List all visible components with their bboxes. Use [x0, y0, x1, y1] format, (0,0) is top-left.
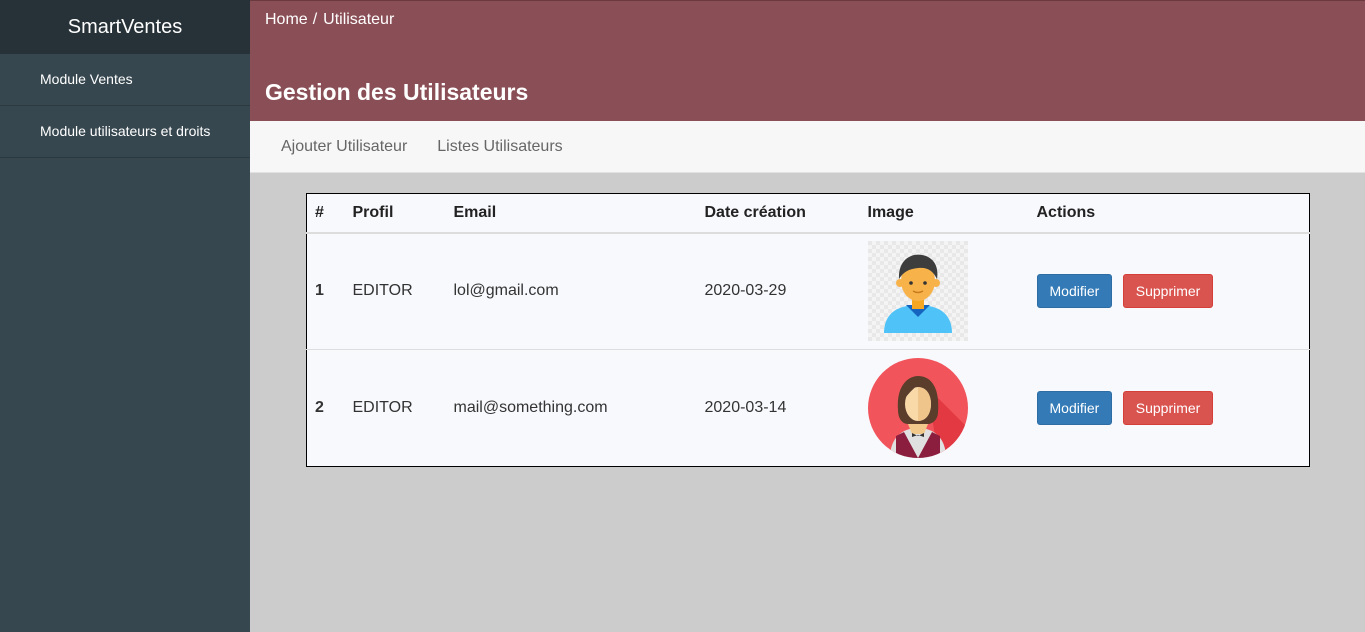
sidebar: SmartVentes Module Ventes Module utilisa… [0, 0, 250, 632]
sidebar-item-module-utilisateurs[interactable]: Module utilisateurs et droits [0, 106, 250, 158]
header-actions: Actions [1028, 193, 1310, 234]
breadcrumb: Home / Utilisateur [265, 11, 394, 29]
header-profil: Profil [344, 193, 446, 234]
edit-button[interactable]: Modifier [1036, 391, 1113, 425]
main-area: Home / Utilisateur Gestion des Utilisateur… [250, 0, 1365, 632]
delete-button[interactable]: Supprimer [1122, 391, 1214, 425]
tab-listes-utilisateurs[interactable]: Listes Utilisateurs [437, 138, 562, 156]
delete-button[interactable]: Supprimer [1122, 274, 1214, 309]
male-user-avatar-icon [867, 241, 968, 342]
tab-bar: Ajouter Utilisateur Listes Utilisateurs [250, 121, 1365, 173]
row-email: lol@gmail.com [445, 232, 697, 350]
header-image: Image [859, 193, 1029, 234]
row-image [859, 232, 1029, 350]
breadcrumb-current: Utilisateur [323, 11, 395, 28]
page-title: Gestion des Utilisateurs [265, 79, 529, 105]
row-index: 2 [306, 349, 345, 467]
row-profil: EDITOR [344, 349, 446, 467]
table-header-row: # Profil Email Date création Image Actio… [306, 193, 1310, 234]
row-date: 2020-03-29 [696, 232, 860, 350]
page-header: Home / Utilisateur Gestion des Utilisateur… [250, 0, 1365, 121]
row-actions: Modifier Supprimer [1028, 349, 1310, 467]
table-row: 1 EDITOR lol@gmail.com 2020-03-29 Modifi… [306, 232, 1310, 350]
row-email: mail@something.com [445, 349, 697, 467]
row-profil: EDITOR [344, 232, 446, 350]
header-email: Email [445, 193, 697, 234]
row-image [859, 349, 1029, 467]
row-index: 1 [306, 232, 345, 350]
tab-ajouter-utilisateur[interactable]: Ajouter Utilisateur [281, 138, 407, 156]
brand-title[interactable]: SmartVentes [0, 0, 250, 54]
row-date: 2020-03-14 [696, 349, 860, 467]
users-table: # Profil Email Date création Image Actio… [306, 193, 1310, 467]
table-row: 2 EDITOR mail@something.com 2020-03-14 M… [306, 349, 1310, 467]
edit-button[interactable]: Modifier [1036, 274, 1113, 309]
header-index: # [306, 193, 345, 234]
sidebar-item-module-ventes[interactable]: Module Ventes [0, 54, 250, 106]
header-date-creation: Date création [696, 193, 860, 234]
female-waiter-avatar-icon [867, 358, 968, 458]
breadcrumb-home-link[interactable]: Home [265, 11, 308, 28]
breadcrumb-separator: / [312, 11, 318, 28]
row-actions: Modifier Supprimer [1028, 232, 1310, 350]
